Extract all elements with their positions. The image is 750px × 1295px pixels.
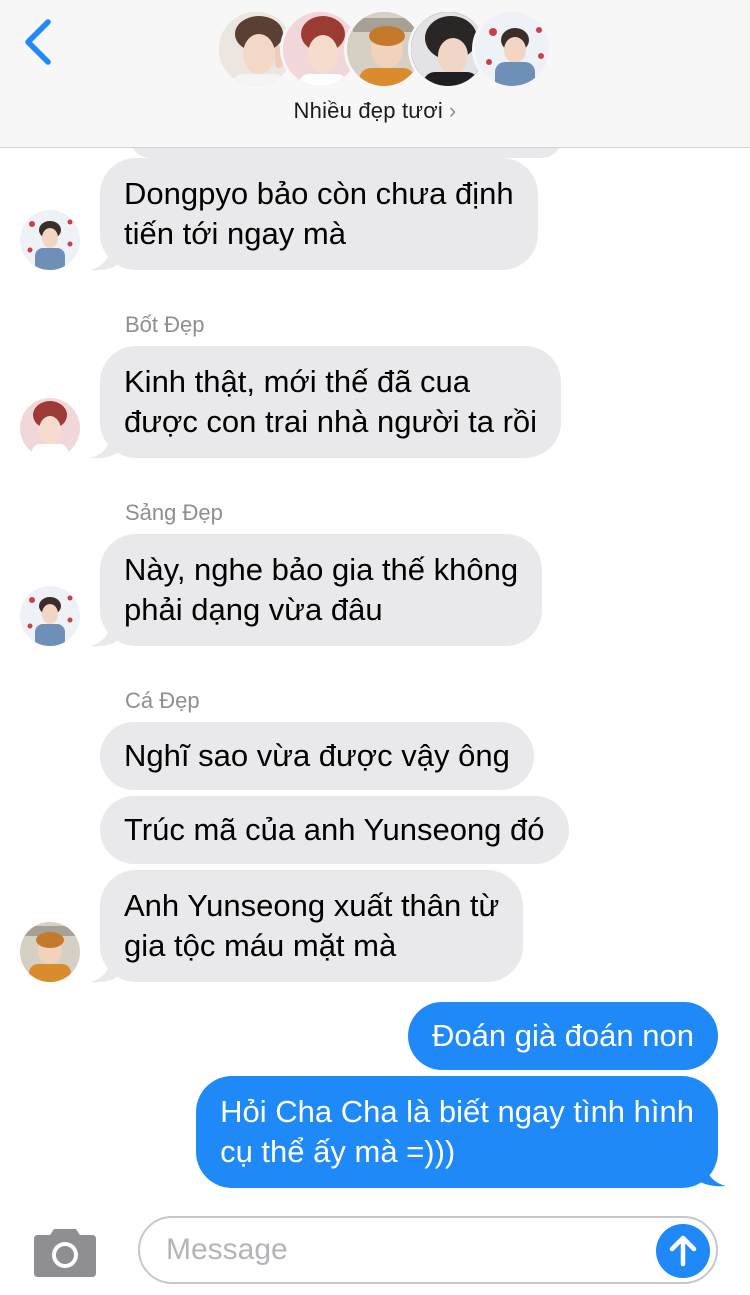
message-bubble[interactable]: Trúc mã của anh Yunseong đó [100,796,569,864]
message-line: gia tộc máu mặt mà [124,928,397,963]
message-line: phải dạng vừa đâu [124,592,383,627]
group-name-label: Nhiều đẹp tươi [293,98,443,123]
bubble-tail [90,238,118,271]
message-line: tiến tới ngay mà [124,216,346,251]
group-avatars[interactable] [216,9,552,89]
member-avatar-5 [472,9,552,89]
sender-name: Cá Đẹp [125,688,200,713]
sender-avatar[interactable] [20,210,80,270]
message-bubble-outgoing[interactable]: Đoán già đoán non [407,1002,718,1070]
message-input[interactable] [166,1228,646,1272]
message-line: Anh Yunseong xuất thân từ [124,888,500,923]
chevron-right-icon: › [448,98,457,123]
group-name[interactable]: Nhiều đẹp tươi › [0,98,750,124]
message-line: Hỏi Cha Cha là biết ngay tình hình [220,1094,694,1129]
message-bubble[interactable]: Anh Yunseong xuất thân từ gia tộc máu mặ… [100,870,524,982]
message-line: cụ thể ấy mà =))) [220,1134,456,1169]
message-bubble[interactable]: Này, nghe bảo gia thế không phải dạng vừ… [100,534,543,646]
sender-avatar[interactable] [20,398,80,458]
bubble-tail [90,426,118,459]
messages-screen: Nhiều đẹp tươi › Dongpyo bảo còn chưa địn… [0,0,750,1295]
sender-name: Sảng Đẹp [125,500,223,525]
bubble-tail [90,614,118,647]
send-button[interactable] [656,1224,710,1278]
message-line: Này, nghe bảo gia thế không [124,552,519,587]
message-line: được con trai nhà người ta rồi [124,404,538,439]
message-line: Kinh thật, mới thế đã cua [124,364,471,399]
message-line: Nghĩ sao vừa được vậy ông [124,738,510,773]
message-line: Dongpyo bảo còn chưa định [124,176,514,211]
bubble-tail [90,950,118,983]
message-line: Trúc mã của anh Yunseong đó [124,812,545,847]
back-button[interactable] [18,16,58,68]
message-line: Đoán già đoán non [431,1018,694,1053]
message-bubble-outgoing[interactable]: Hỏi Cha Cha là biết ngay tình hình cụ th… [196,1076,718,1188]
sender-avatar[interactable] [20,586,80,646]
message-bubble[interactable]: Nghĩ sao vừa được vậy ông [100,722,534,790]
sender-name: Bốt Đẹp [125,312,205,337]
message-input-field[interactable] [138,1216,718,1284]
camera-icon [34,1229,96,1277]
camera-button[interactable] [32,1225,98,1279]
conversation-header: Nhiều đẹp tươi › [0,0,750,148]
sender-avatar[interactable] [20,922,80,982]
message-composer [0,1200,750,1295]
message-bubble[interactable]: Kinh thật, mới thế đã cua được con trai … [100,346,562,458]
arrow-up-icon [669,1235,697,1267]
chevron-left-icon [25,19,51,65]
bubble-tail [698,1154,726,1187]
message-bubble[interactable]: Dongpyo bảo còn chưa định tiến tới ngay … [100,158,538,270]
